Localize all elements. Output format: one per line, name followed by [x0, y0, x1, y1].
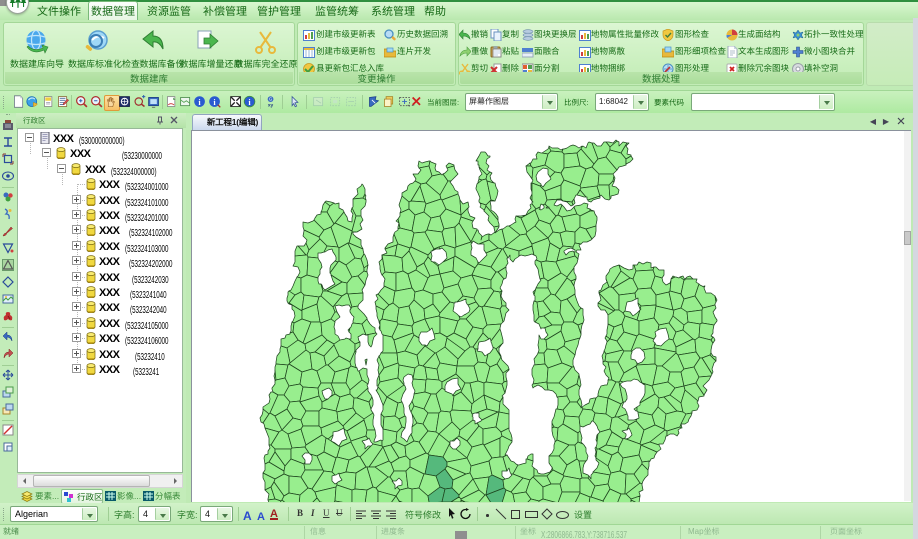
svg-text:xy: xy	[268, 101, 274, 108]
